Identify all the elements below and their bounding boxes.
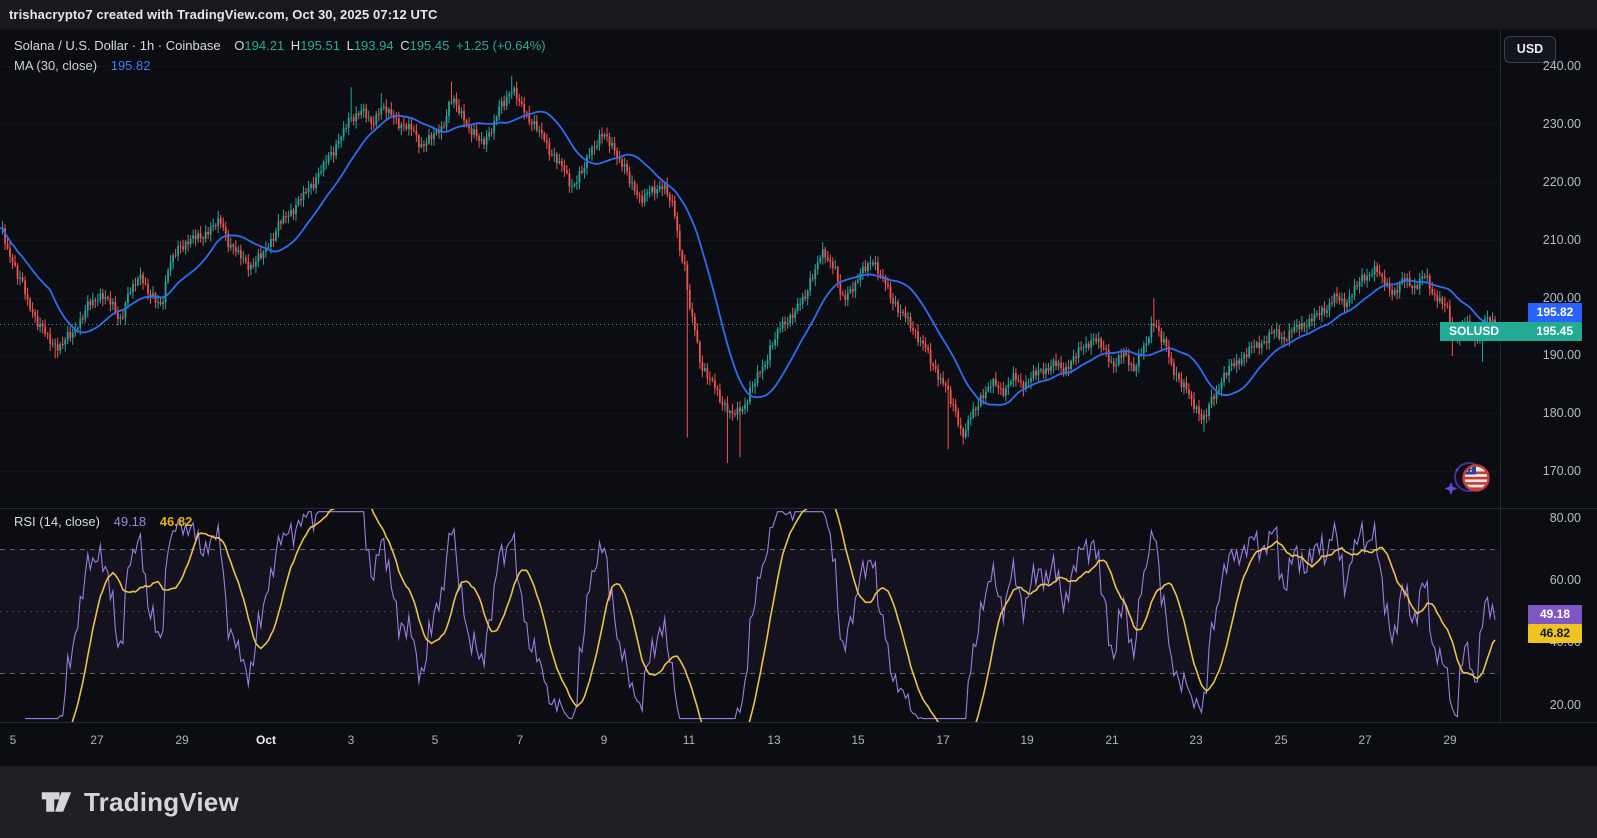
tradingview-brand: TradingView [84, 786, 239, 817]
last-price-symbol: SOLUSD [1449, 324, 1500, 338]
open-value: 194.21 [244, 38, 285, 53]
price-axis-tick: 190.00 [1542, 348, 1581, 363]
time-axis-tick: 15 [851, 733, 865, 747]
price-axis-tick: 240.00 [1542, 59, 1581, 74]
rsi-ma-value-tag: 46.82 [1528, 624, 1582, 643]
time-axis-tick: 21 [1105, 733, 1119, 747]
low-value: 193.94 [353, 38, 394, 53]
price-axis-tick: 210.00 [1542, 232, 1581, 247]
time-axis-tick: 29 [175, 733, 189, 747]
price-axis-tick: 170.00 [1542, 464, 1581, 478]
time-axis-tick: 27 [1358, 733, 1372, 747]
ma-value: 195.82 [110, 58, 151, 73]
time-axis-tick: 25 [1274, 733, 1288, 747]
rsi-axis-tick: 20.00 [1549, 697, 1581, 712]
time-axis-tick: 29 [1443, 733, 1457, 747]
attribution-text: trishacrypto7 created with TradingView.c… [9, 7, 438, 22]
high-label: H [290, 38, 301, 53]
price-axis-tick: 180.00 [1542, 406, 1581, 421]
rsi-legend[interactable]: RSI (14, close) 49.18 46.82 [14, 514, 192, 529]
price-axis-tick: 220.00 [1542, 175, 1581, 189]
high-value: 195.51 [300, 38, 340, 53]
moon-flag-watermark [1444, 458, 1498, 500]
time-axis-tick: 13 [767, 733, 781, 747]
tradingview-logo-icon [41, 792, 72, 812]
time-axis-tick: 7 [516, 733, 524, 747]
symbol-title: Solana / U.S. Dollar · 1h · Coinbase [14, 38, 221, 53]
low-label: L [346, 38, 354, 53]
time-axis-tick: 27 [90, 733, 104, 747]
symbol-legend[interactable]: Solana / U.S. Dollar · 1h · Coinbase O19… [14, 38, 546, 53]
time-axis-tick: 19 [1020, 733, 1034, 747]
price-chart-canvas[interactable] [0, 30, 1500, 722]
time-axis-tick: 17 [936, 733, 950, 747]
close-label: C [400, 38, 410, 53]
moon-flag-icon [1444, 462, 1490, 495]
last-price-tag: SOLUSD 195.45 [1440, 322, 1582, 341]
time-axis-tick: Oct [255, 733, 276, 747]
time-axis[interactable]: 5 27 29 Oct 3 5 7 9 11 13 15 17 19 21 23 25 27 29 [0, 722, 1597, 766]
time-axis-tick: 23 [1189, 733, 1203, 747]
time-axis-tick: 3 [347, 733, 355, 747]
footer: TradingView [0, 766, 1597, 838]
pane-separator[interactable] [0, 508, 1597, 509]
ma-price-tag: 195.82 [1528, 303, 1582, 322]
ma-label: MA (30, close) [14, 58, 98, 73]
time-axis-tick: 5 [431, 733, 439, 747]
time-axis-tick: 9 [600, 733, 608, 747]
last-price-value: 195.45 [1536, 324, 1573, 338]
open-label: O [234, 38, 245, 53]
change-value: +1.25 (+0.64%) [455, 38, 546, 53]
time-axis-tick: 11 [682, 733, 696, 747]
close-value: 195.45 [409, 38, 450, 53]
rsi-axis-tick: 80.00 [1549, 510, 1581, 525]
rsi-value: 49.18 [113, 514, 147, 529]
attribution-bar: trishacrypto7 created with TradingView.c… [0, 0, 1597, 30]
rsi-value-tag: 49.18 [1528, 605, 1582, 624]
chart-area: Solana / U.S. Dollar · 1h · Coinbase O19… [0, 30, 1597, 722]
rsi-label: RSI (14, close) [14, 514, 100, 529]
rsi-axis-tick: 60.00 [1549, 573, 1581, 588]
tradingview-snapshot: trishacrypto7 created with TradingView.c… [0, 0, 1597, 838]
price-axis-tick: 230.00 [1542, 117, 1581, 132]
ma-legend[interactable]: MA (30, close) 195.82 [14, 58, 150, 73]
rsi-ma-value: 46.82 [159, 514, 193, 529]
time-axis-tick: 5 [9, 733, 17, 747]
